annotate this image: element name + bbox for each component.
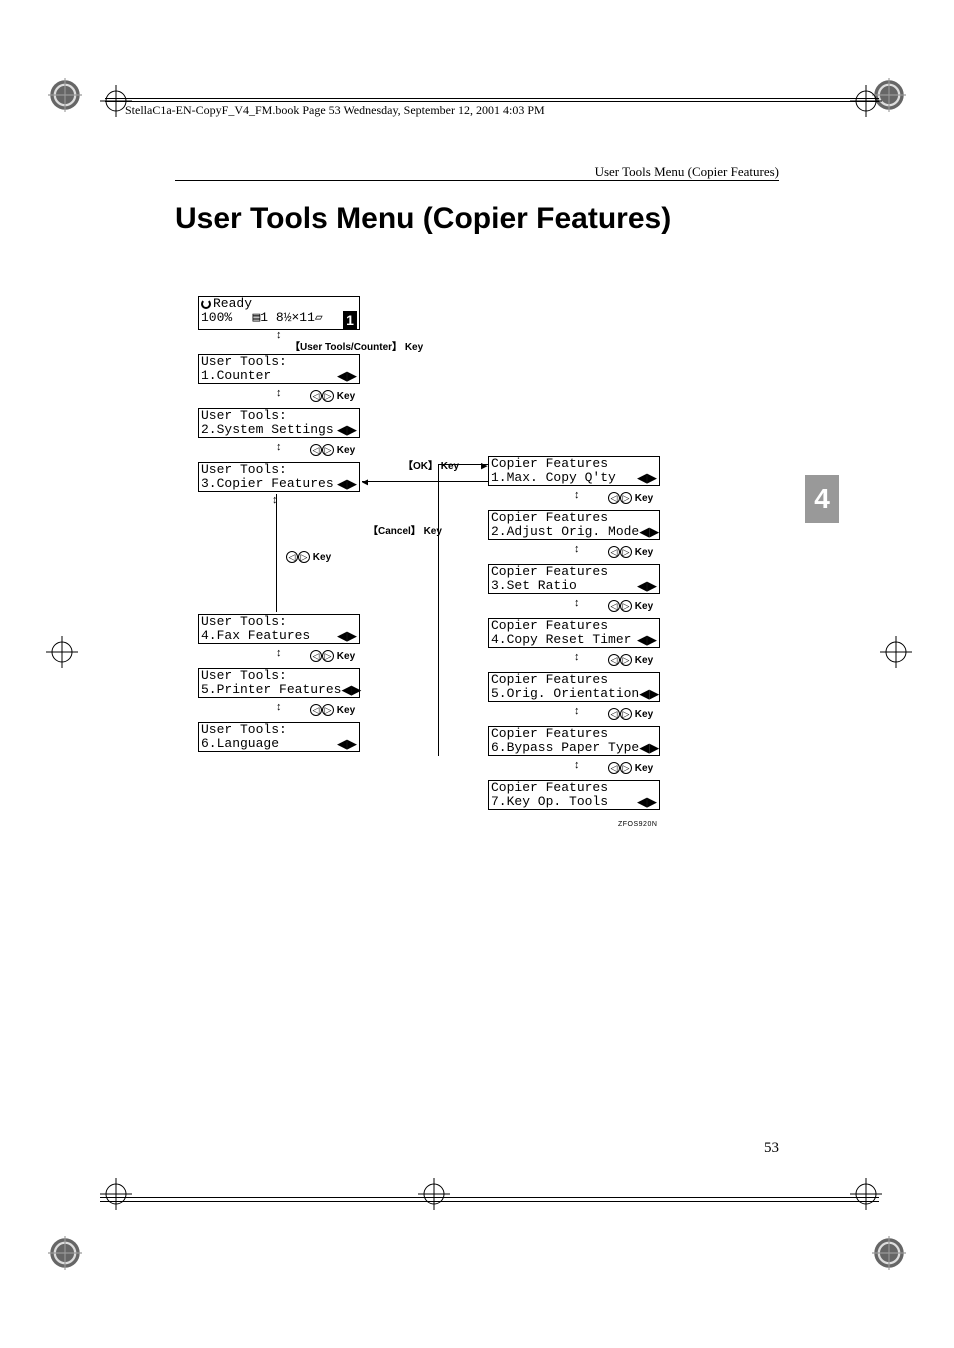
lcd-title: User Tools: xyxy=(201,463,357,477)
updown-arrow-icon: ↕ xyxy=(574,651,580,663)
footer-rule xyxy=(100,1197,879,1198)
lcd-title: Copier Features xyxy=(491,565,657,579)
nav-key-label: ◁▷ Key xyxy=(608,600,653,612)
updown-arrow-icon: ↕ xyxy=(276,647,282,659)
lcd-item: 6.Bypass Paper Type xyxy=(491,741,639,755)
lcd-title: Copier Features xyxy=(491,457,657,471)
connector-line xyxy=(438,464,439,756)
registration-mark-icon xyxy=(880,636,912,668)
nav-key-label: ◁▷ Key xyxy=(608,762,653,774)
lcd-user-tools-5: User Tools: 5.Printer Features◀▶ xyxy=(198,668,360,698)
updown-arrow-icon: ↕ xyxy=(276,701,282,713)
lcd-item: 5.Printer Features xyxy=(201,683,341,697)
updown-arrow-icon: ↕ xyxy=(574,543,580,555)
updown-arrow-icon: ↕ xyxy=(574,489,580,501)
lcd-user-tools-3: User Tools: 3.Copier Features◀▶ xyxy=(198,462,360,492)
lcd-item: 4.Copy Reset Timer xyxy=(491,633,631,647)
lcd-user-tools-2: User Tools: 2.System Settings◀▶ xyxy=(198,408,360,438)
lcd-item: 5.Orig. Orientation xyxy=(491,687,639,701)
registration-mark-icon xyxy=(418,1178,450,1210)
updown-arrow-icon: ↕ xyxy=(574,759,580,771)
crop-mark-icon xyxy=(48,1236,82,1270)
ready-pct: 100% xyxy=(201,311,232,329)
nav-key-label: ◁▷ Key xyxy=(608,546,653,558)
lcd-item: 1.Counter xyxy=(201,369,271,383)
crop-mark-icon xyxy=(48,78,82,112)
menu-flowchart: Ready 100% ▤1 8½×11▱ 1 ↕ 【User Tools/Cou… xyxy=(198,296,668,826)
updown-arrow-icon: ↕ xyxy=(272,494,278,506)
page-number: 53 xyxy=(764,1140,779,1157)
lcd-item: 7.Key Op. Tools xyxy=(491,795,608,809)
nav-key-label: ◁▷ Key xyxy=(310,444,355,456)
nav-key-label: ◁▷ Key xyxy=(608,708,653,720)
lcd-copier-7: Copier Features 7.Key Op. Tools◀▶ xyxy=(488,780,660,810)
lcd-title: User Tools: xyxy=(201,615,357,629)
lcd-item: 3.Set Ratio xyxy=(491,579,577,593)
lcd-title: User Tools: xyxy=(201,409,357,423)
book-header: StellaC1a-EN-CopyF_V4_FM.book Page 53 We… xyxy=(125,103,545,118)
lcd-copier-2: Copier Features 2.Adjust Orig. Mode◀▶ xyxy=(488,510,660,540)
lcd-title: Copier Features xyxy=(491,727,657,741)
lcd-item: 1.Max. Copy Q'ty xyxy=(491,471,616,485)
lcd-item: 2.System Settings xyxy=(201,423,334,437)
section-rule xyxy=(175,180,779,181)
lcd-item: 2.Adjust Orig. Mode xyxy=(491,525,639,539)
updown-arrow-icon: ↕ xyxy=(276,387,282,399)
key-cancel: 【Cancel】 Key xyxy=(368,522,442,537)
updown-arrow-icon: ↕ xyxy=(574,705,580,717)
lcd-user-tools-6: User Tools: 6.Language◀▶ xyxy=(198,722,360,752)
lcd-ready: Ready 100% ▤1 8½×11▱ 1 xyxy=(198,296,360,330)
registration-mark-icon xyxy=(100,1178,132,1210)
connector-line xyxy=(276,494,277,612)
lcd-user-tools-1: User Tools: 1.Counter◀▶ xyxy=(198,354,360,384)
updown-arrow-icon: ↕ xyxy=(276,329,282,341)
lcd-copier-1: Copier Features 1.Max. Copy Q'ty◀▶ xyxy=(488,456,660,486)
header-rule xyxy=(105,98,879,102)
paper-size: 8½×11 xyxy=(276,310,315,325)
lcd-item: 6.Language xyxy=(201,737,279,751)
nav-key-label: ◁▷ Key xyxy=(310,704,355,716)
updown-arrow-icon: ↕ xyxy=(574,597,580,609)
lcd-copier-3: Copier Features 3.Set Ratio◀▶ xyxy=(488,564,660,594)
registration-mark-icon xyxy=(46,636,78,668)
lcd-title: Copier Features xyxy=(491,511,657,525)
nav-key-label: ◁▷ Key xyxy=(608,492,653,504)
lcd-title: Copier Features xyxy=(491,619,657,633)
nav-key-label: ◁▷ Key xyxy=(286,551,331,563)
page-title: User Tools Menu (Copier Features) xyxy=(175,202,671,236)
running-header: User Tools Menu (Copier Features) xyxy=(595,164,779,180)
lcd-item: 3.Copier Features xyxy=(201,477,334,491)
connector-line xyxy=(362,481,488,482)
lcd-item: 4.Fax Features xyxy=(201,629,310,643)
lcd-title: Copier Features xyxy=(491,781,657,795)
crop-mark-icon xyxy=(872,1236,906,1270)
lcd-title: Copier Features xyxy=(491,673,657,687)
copy-count: 1 xyxy=(343,311,357,329)
footer-rule xyxy=(100,1201,879,1202)
nav-key-label: ◁▷ Key xyxy=(608,654,653,666)
chapter-tab: 4 xyxy=(805,475,839,523)
lcd-copier-6: Copier Features 6.Bypass Paper Type◀▶ xyxy=(488,726,660,756)
nav-key-label: ◁▷ Key xyxy=(310,650,355,662)
lcd-title: User Tools: xyxy=(201,355,357,369)
lcd-user-tools-4: User Tools: 4.Fax Features◀▶ xyxy=(198,614,360,644)
ready-label: Ready xyxy=(213,296,252,311)
lcd-copier-5: Copier Features 5.Orig. Orientation◀▶ xyxy=(488,672,660,702)
key-user-tools-counter: 【User Tools/Counter】 Key xyxy=(290,338,423,353)
arrow-right-icon: ▶ xyxy=(481,459,488,473)
updown-arrow-icon: ↕ xyxy=(276,441,282,453)
lcd-copier-4: Copier Features 4.Copy Reset Timer◀▶ xyxy=(488,618,660,648)
registration-mark-icon xyxy=(850,1178,882,1210)
lcd-title: User Tools: xyxy=(201,723,357,737)
nav-key-label: ◁▷ Key xyxy=(310,390,355,402)
figure-code: ZFOS920N xyxy=(618,821,657,828)
lcd-title: User Tools: xyxy=(201,669,357,683)
arrow-left-icon: ◀ xyxy=(362,477,368,489)
